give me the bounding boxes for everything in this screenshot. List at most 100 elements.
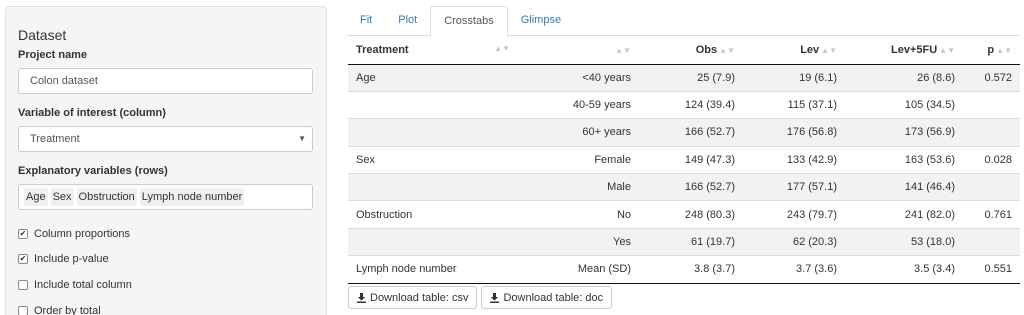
table-cell: Obstruction [356,208,413,221]
column-header-lev5fu[interactable]: Lev+5FU ▲▼ [845,36,963,65]
table-cell: 141 (46.4) [904,181,955,194]
column-header-p[interactable]: p ▲▼ [963,36,1020,65]
table-cell: 53 (18.0) [910,236,955,249]
download-csv-button[interactable]: Download table: csv [348,286,478,309]
download-doc-button[interactable]: Download table: doc [481,286,613,309]
table-cell: 62 (20.3) [792,236,837,249]
table-cell: 105 (34.5) [904,99,955,112]
table-cell: Female [594,153,631,166]
download-button-group: Download table: csv Download table: doc [348,286,613,309]
column-header-obs[interactable]: Obs ▲▼ [639,36,743,65]
tab-glimpse[interactable]: Glimpse [508,6,574,36]
table-row: Age <40 years 25 (7.9) 19 (6.1) 26 (8.6)… [348,64,1020,92]
table-cell [963,91,1020,118]
table-cell [348,174,518,201]
table-cell [348,119,518,146]
table-cell: 115 (37.1) [787,99,837,112]
checkbox-checked-icon[interactable]: ✔ [18,254,28,265]
table-cell: Age [356,71,376,84]
variable-of-interest-select[interactable]: Treatment ▼ [18,126,313,152]
table-cell: Male [607,181,631,194]
table-cell [348,228,518,255]
tab-bar: Fit Plot Crosstabs Glimpse [347,6,1020,37]
table-cell: 241 (82.0) [904,208,955,221]
column-header-treatment[interactable]: Treatment ▲▼ [348,36,518,65]
checkbox-label: Column proportions [34,227,130,240]
checkbox-label: Order by total [34,304,101,315]
table-cell [963,119,1020,146]
table-header-row: Treatment ▲▼ ▲▼ Obs ▲▼ Lev ▲▼ Lev+5FU ▲▼ p ▲▼ [348,36,1020,65]
table-cell: 243 (79.7) [786,208,837,221]
explanatory-variables-input[interactable]: Age Sex Obstruction Lymph node number [18,184,313,210]
table-cell: 173 (56.9) [904,126,955,139]
variable-of-interest-value: Treatment [30,133,80,145]
table-cell: Lymph node number [356,263,457,276]
table-cell: 61 (19.7) [690,236,735,249]
checkbox-unchecked-icon[interactable] [18,279,28,290]
sort-icon: ▲▼ [494,43,510,53]
tab-fit[interactable]: Fit [347,6,385,36]
table-cell [963,174,1020,201]
tab-crosstabs[interactable]: Crosstabs [430,6,508,37]
column-header-lev[interactable]: Lev ▲▼ [743,36,845,65]
table-cell: 163 (53.6) [904,153,955,166]
sort-icon: ▲▼ [615,45,631,55]
table-cell: 3.5 (3.4) [914,263,955,276]
table-cell: 25 (7.9) [697,71,735,84]
table-cell [963,228,1020,255]
include-total-column-option[interactable]: Include total column [18,272,314,298]
table-cell: 124 (39.4) [684,99,735,112]
checkbox-label: Include p-value [34,253,109,266]
table-row: Male 166 (52.7) 177 (57.1) 141 (46.4) [348,173,1020,201]
table-cell [348,91,518,118]
explanatory-chip[interactable]: Lymph node number [139,188,245,206]
sort-icon: ▲▼ [719,45,735,55]
checkbox-unchecked-icon[interactable] [18,305,28,315]
table-cell: 176 (56.8) [786,126,837,139]
table-cell: 0.028 [984,153,1012,166]
sort-icon: ▲▼ [939,45,955,55]
table-cell: 0.572 [984,71,1012,84]
checkbox-label: Include total column [34,278,132,291]
table-row: Sex Female 149 (47.3) 133 (42.9) 163 (53… [348,146,1020,173]
table-cell: 0.761 [984,208,1012,221]
table-cell: 3.8 (3.7) [694,263,735,276]
table-cell: 248 (80.3) [684,208,735,221]
sidebar-title: Dataset [18,27,67,43]
explanatory-variables-label: Explanatory variables (rows) [18,165,168,177]
table-cell: 26 (8.6) [917,71,955,84]
table-cell: 19 (6.1) [799,71,837,84]
table-cell: Sex [356,153,375,166]
sidebar-panel: Dataset Project name Colon dataset Varia… [5,6,327,315]
include-p-value-option[interactable]: ✔ Include p-value [18,247,314,273]
table-cell: 166 (52.7) [684,181,735,194]
project-name-input[interactable]: Colon dataset [18,68,313,94]
table-cell: Mean (SD) [577,263,631,276]
table-row: 60+ years 166 (52.7) 176 (56.8) 173 (56.… [348,118,1020,147]
download-doc-label: Download table: doc [503,291,604,304]
order-by-total-option[interactable]: Order by total [18,298,314,315]
column-header-level[interactable]: ▲▼ [518,36,639,65]
table-row: Lymph node number Mean (SD) 3.8 (3.7) 3.… [348,255,1020,284]
table-row: 40-59 years 124 (39.4) 115 (37.1) 105 (3… [348,91,1020,118]
tab-plot[interactable]: Plot [385,6,430,36]
table-cell: 0.551 [984,263,1012,276]
crosstab-table-container: Treatment ▲▼ ▲▼ Obs ▲▼ Lev ▲▼ Lev+5FU ▲▼ p ▲▼ [348,36,1020,284]
variable-of-interest-label: Variable of interest (column) [18,107,166,119]
download-icon [490,292,500,303]
table-row: Yes 61 (19.7) 62 (20.3) 53 (18.0) [348,228,1020,256]
column-proportions-option[interactable]: ✔ Column proportions [18,221,314,247]
sort-icon: ▲▼ [996,45,1012,55]
table-cell: 166 (52.7) [684,126,735,139]
table-cell: 133 (42.9) [786,153,837,166]
table-cell: Yes [613,236,631,249]
table-cell: 149 (47.3) [684,153,735,166]
download-icon [357,292,366,303]
table-cell: 3.7 (3.6) [796,263,837,276]
crosstab-table: Treatment ▲▼ ▲▼ Obs ▲▼ Lev ▲▼ Lev+5FU ▲▼ p ▲▼ [348,36,1020,284]
explanatory-chip[interactable]: Sex [50,188,74,206]
explanatory-chip[interactable]: Age [24,188,48,206]
sort-icon: ▲▼ [821,45,837,55]
checkbox-checked-icon[interactable]: ✔ [18,228,28,239]
explanatory-chip[interactable]: Obstruction [76,188,137,206]
